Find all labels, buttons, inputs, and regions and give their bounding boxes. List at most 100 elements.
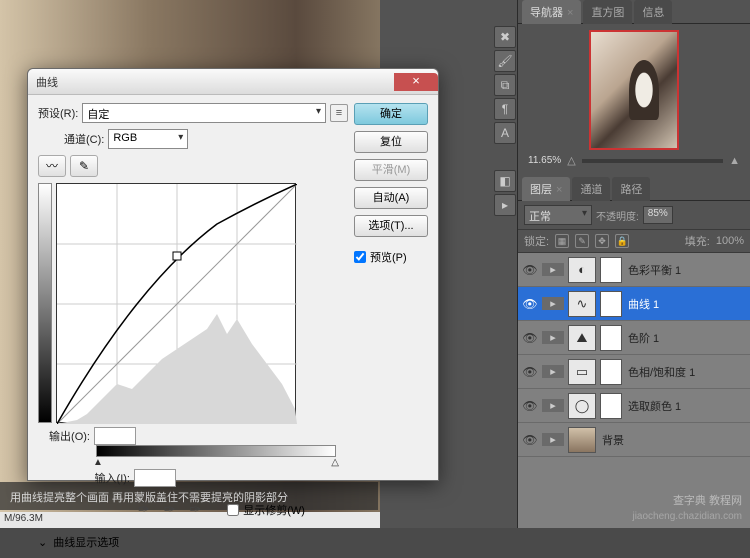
lock-label: 锁定: (524, 233, 549, 249)
vertical-toolbar: ✖ 🖌 ⧉ ¶ A ◧ ▸ (494, 0, 518, 528)
dialog-titlebar[interactable]: 曲线 × (28, 69, 438, 95)
layer-expand-icon[interactable]: ▸ (542, 263, 564, 276)
layer-row[interactable]: 👁 ▸ ◐ 色彩平衡 1 (518, 253, 750, 287)
brush-icon[interactable]: 🖌 (494, 50, 516, 72)
layer-row[interactable]: 👁 ▸ ◯ 选取颜色 1 (518, 389, 750, 423)
preset-menu-icon[interactable]: ≡ (330, 104, 348, 122)
input-label: 输入(I): (38, 470, 130, 486)
lock-transparent-icon[interactable]: ▦ (555, 234, 569, 248)
visibility-icon[interactable]: 👁 (522, 433, 538, 447)
adjustment-icon: ⛰ (568, 325, 596, 351)
opacity-field[interactable]: 85% (643, 206, 673, 224)
zoom-level[interactable]: 11.65% (528, 155, 561, 166)
mask-thumbnail[interactable] (600, 257, 622, 283)
visibility-icon[interactable]: 👁 (522, 331, 538, 345)
dialog-title: 曲线 (36, 74, 58, 90)
tab-info[interactable]: 信息 (634, 0, 672, 24)
zoom-in-icon[interactable]: ▲ (729, 155, 740, 167)
tab-layers[interactable]: 图层× (522, 177, 570, 201)
adjustment-icon: ▭ (568, 359, 596, 385)
layer-list: 👁 ▸ ◐ 色彩平衡 1 👁 ▸ ∿ 曲线 1 👁 ▸ ⛰ 色阶 1 👁 ▸ ▭ 色相/饱和度 1 👁 ▸ ◯ 选取颜… (518, 253, 750, 528)
pencil-curve-tool[interactable]: ✎ (70, 155, 98, 177)
tab-histogram[interactable]: 直方图 (583, 0, 632, 24)
visibility-icon[interactable]: 👁 (522, 297, 538, 311)
curves-dialog: 曲线 × 预设(R): 自定 ≡ 通道(C): RGB 〰 ✎ (27, 68, 439, 481)
layer-expand-icon[interactable]: ▸ (542, 399, 564, 412)
black-point-eyedropper[interactable]: ✑ (138, 501, 150, 518)
layer-name: 色阶 1 (628, 330, 659, 346)
reset-button[interactable]: 复位 (354, 131, 428, 153)
layer-name: 选取颜色 1 (628, 398, 681, 414)
blend-mode-combo[interactable]: 正常 (524, 205, 592, 225)
navigator-panel: 11.65% △ ▲ (518, 24, 750, 177)
white-point-eyedropper[interactable]: ✑ (189, 501, 201, 518)
tool-icon[interactable]: ✖ (494, 26, 516, 48)
point-curve-tool[interactable]: 〰 (38, 155, 66, 177)
visibility-icon[interactable]: 👁 (522, 263, 538, 277)
zoom-out-icon[interactable]: △ (567, 154, 575, 167)
gray-point-eyedropper[interactable]: ✑ (164, 501, 176, 518)
layer-row[interactable]: 👁 ▸ ∿ 曲线 1 (518, 287, 750, 321)
curve-graph[interactable] (56, 183, 296, 423)
opacity-label: 不透明度: (596, 208, 639, 223)
layer-row[interactable]: 👁 ▸ ⛰ 色阶 1 (518, 321, 750, 355)
navigator-tabs: 导航器× 直方图 信息 (518, 0, 750, 24)
watermark-url: jiaocheng.chazidian.com (632, 511, 742, 522)
layer-row[interactable]: 👁 ▸ ▭ 色相/饱和度 1 (518, 355, 750, 389)
tab-channels[interactable]: 通道 (572, 177, 610, 201)
close-button[interactable]: × (394, 73, 438, 91)
layer-expand-icon[interactable]: ▸ (542, 297, 564, 310)
input-gradient[interactable] (96, 445, 336, 457)
character-icon[interactable]: A (494, 122, 516, 144)
channel-combo[interactable]: RGB (108, 129, 188, 149)
output-gradient (38, 183, 52, 423)
layer-expand-icon[interactable]: ▸ (542, 331, 564, 344)
lock-all-icon[interactable]: 🔒 (615, 234, 629, 248)
input-field[interactable] (134, 469, 176, 487)
layer-name: 色彩平衡 1 (628, 262, 681, 278)
output-label: 输出(O): (38, 428, 90, 444)
swatch-icon[interactable]: ◧ (494, 170, 516, 192)
layer-name: 背景 (602, 432, 624, 448)
channel-label: 通道(C): (64, 131, 104, 147)
layer-name: 色相/饱和度 1 (628, 364, 695, 380)
curve-display-options[interactable]: ⌄ 曲线显示选项 (38, 534, 348, 550)
paragraph-icon[interactable]: ¶ (494, 98, 516, 120)
preset-combo[interactable]: 自定 (82, 103, 326, 123)
layers-panel: 正常 不透明度: 85% 锁定: ▦ ✎ ✥ 🔒 填充: 100% 👁▸◐色彩平… (518, 201, 750, 528)
fill-field[interactable]: 100% (716, 235, 744, 247)
curve-control-point[interactable] (173, 252, 181, 260)
layer-expand-icon[interactable]: ▸ (542, 365, 564, 378)
options-button[interactable]: 选项(T)... (354, 215, 428, 237)
mask-thumbnail[interactable] (600, 325, 622, 351)
right-panels: ✖ 🖌 ⧉ ¶ A ◧ ▸ 导航器× 直方图 信息 11.65% △ ▲ 图层×… (494, 0, 750, 528)
layer-row[interactable]: 👁 ▸ 背景 (518, 423, 750, 457)
layer-expand-icon[interactable]: ▸ (542, 433, 564, 446)
smooth-button: 平滑(M) (354, 159, 428, 181)
auto-button[interactable]: 自动(A) (354, 187, 428, 209)
tab-navigator[interactable]: 导航器× (522, 0, 581, 24)
mask-thumbnail[interactable] (600, 393, 622, 419)
visibility-icon[interactable]: 👁 (522, 365, 538, 379)
mask-thumbnail[interactable] (600, 359, 622, 385)
chevron-icon: ⌄ (38, 536, 47, 549)
spacer (494, 146, 516, 168)
layer-name: 曲线 1 (628, 296, 659, 312)
clone-icon[interactable]: ⧉ (494, 74, 516, 96)
zoom-slider[interactable] (582, 159, 723, 163)
preset-label: 预设(R): (38, 105, 78, 121)
output-field[interactable] (94, 427, 136, 445)
preview-checkbox[interactable]: 预览(P) (354, 249, 428, 265)
ok-button[interactable]: 确定 (354, 103, 428, 125)
lock-pixels-icon[interactable]: ✎ (575, 234, 589, 248)
tab-paths[interactable]: 路径 (612, 177, 650, 201)
layer-collapse-icon[interactable]: ▸ (494, 194, 516, 216)
mask-thumbnail[interactable] (600, 291, 622, 317)
navigator-thumbnail[interactable] (589, 30, 679, 150)
show-clipping-checkbox[interactable]: 显示修剪(W) (227, 502, 305, 518)
adjustment-icon: ∿ (568, 291, 596, 317)
adjustment-icon: ◯ (568, 393, 596, 419)
lock-position-icon[interactable]: ✥ (595, 234, 609, 248)
visibility-icon[interactable]: 👁 (522, 399, 538, 413)
adjustment-icon: ◐ (568, 257, 596, 283)
